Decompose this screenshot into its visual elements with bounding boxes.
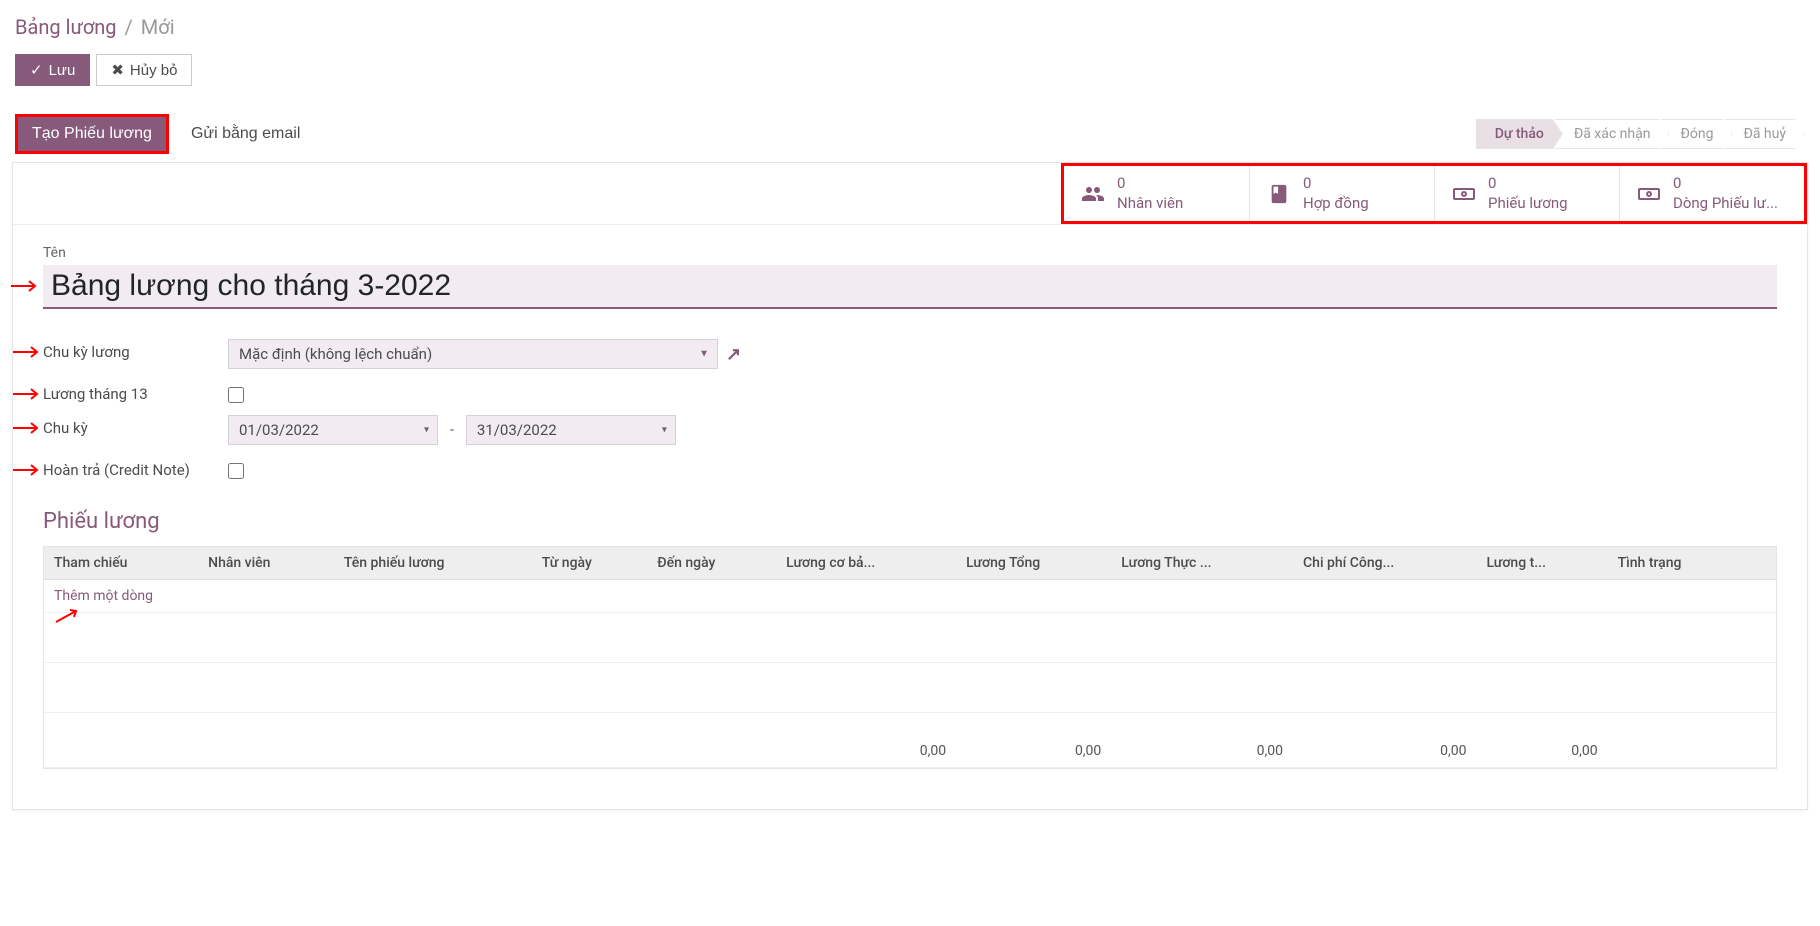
- discard-button[interactable]: ✖ Hủy bỏ: [96, 54, 192, 86]
- create-payslip-button[interactable]: Tạo Phiếu lương: [18, 117, 166, 151]
- col-employee[interactable]: Nhân viên: [198, 547, 334, 580]
- col-salary-t[interactable]: Lương t...: [1476, 547, 1607, 580]
- save-label: Lưu: [49, 62, 76, 79]
- status-step-confirmed[interactable]: Đã xác nhận: [1555, 119, 1670, 149]
- stat-buttons-container: 0 Nhân viên 0 Hợp đồng 0 Phi: [13, 163, 1807, 225]
- close-icon: ✖: [111, 61, 124, 79]
- payslip-table: Tham chiếu Nhân viên Tên phiếu lương Từ …: [44, 547, 1776, 768]
- users-icon: [1079, 181, 1107, 206]
- annotation-arrow-icon: [9, 279, 39, 293]
- col-status[interactable]: Tình trạng: [1608, 547, 1746, 580]
- stat-payslip-lines-value: 0: [1673, 174, 1778, 194]
- spacer-row: [44, 613, 1776, 663]
- form-sheet: 0 Nhân viên 0 Hợp đồng 0 Phi: [12, 162, 1808, 810]
- salary-cycle-value: Mặc định (không lệch chuẩn): [239, 345, 432, 363]
- col-company-cost[interactable]: Chi phí Công...: [1293, 547, 1476, 580]
- payslip-section-title: Phiếu lương: [43, 509, 1777, 534]
- stat-payslips[interactable]: 0 Phiếu lương: [1434, 166, 1619, 221]
- total-gross: 0,00: [956, 713, 1111, 768]
- title-input[interactable]: [43, 265, 1777, 309]
- total-net: 0,00: [1111, 713, 1293, 768]
- discard-label: Hủy bỏ: [130, 62, 178, 79]
- book-icon: [1265, 181, 1293, 206]
- save-button[interactable]: ✓ Lưu: [15, 54, 90, 86]
- annotation-arrow-icon: [52, 608, 82, 624]
- salary-cycle-label: Chu kỳ lương: [43, 339, 228, 361]
- col-gross-salary[interactable]: Lương Tổng: [956, 547, 1111, 580]
- breadcrumb-separator: /: [125, 15, 133, 39]
- table-header-row: Tham chiếu Nhân viên Tên phiếu lương Từ …: [44, 547, 1776, 580]
- stat-contracts-label: Hợp đồng: [1303, 194, 1369, 214]
- date-to-value: 31/03/2022: [477, 421, 557, 439]
- col-net-salary[interactable]: Lương Thực ...: [1111, 547, 1293, 580]
- col-from-date[interactable]: Từ ngày: [532, 547, 648, 580]
- status-step-cancelled[interactable]: Đã huỷ: [1724, 119, 1805, 149]
- breadcrumb-current: Mới: [141, 15, 175, 39]
- chevron-down-icon: ▾: [662, 425, 667, 436]
- col-payslip-name[interactable]: Tên phiếu lương: [334, 547, 532, 580]
- add-line-row: Thêm một dòng: [44, 580, 1776, 613]
- toolbar: ✓ Lưu ✖ Hủy bỏ: [15, 54, 1805, 86]
- title-field-label: Tên: [43, 245, 1777, 261]
- send-email-button[interactable]: Gửi bằng email: [177, 117, 314, 151]
- total-basic: 0,00: [776, 713, 956, 768]
- salary-cycle-select[interactable]: Mặc định (không lệch chuẩn) ▼: [228, 339, 718, 369]
- credit-note-label: Hoàn trả (Credit Note): [43, 457, 228, 479]
- stat-employees-label: Nhân viên: [1117, 194, 1183, 214]
- col-actions: [1746, 547, 1776, 580]
- total-salary-t: 0,00: [1476, 713, 1607, 768]
- breadcrumb-parent[interactable]: Bảng lương: [15, 15, 117, 39]
- check-icon: ✓: [30, 61, 43, 79]
- stat-payslips-value: 0: [1488, 174, 1568, 194]
- annotation-arrow-icon: [11, 421, 41, 435]
- stat-buttons-highlight: 0 Nhân viên 0 Hợp đồng 0 Phi: [1061, 163, 1807, 224]
- annotation-arrow-icon: [11, 463, 41, 477]
- stat-payslips-label: Phiếu lương: [1488, 194, 1568, 214]
- col-basic-salary[interactable]: Lương cơ bả...: [776, 547, 956, 580]
- total-cost: 0,00: [1293, 713, 1476, 768]
- date-to-input[interactable]: 31/03/2022 ▾: [466, 415, 676, 445]
- month13-checkbox[interactable]: [228, 387, 244, 403]
- chevron-down-icon: ▾: [424, 425, 429, 436]
- stat-employees-value: 0: [1117, 174, 1183, 194]
- status-step-draft[interactable]: Dự thảo: [1476, 119, 1563, 149]
- totals-row: 0,00 0,00 0,00 0,00 0,00: [44, 713, 1776, 768]
- money-icon: [1450, 181, 1478, 206]
- status-bar: Dự thảo Đã xác nhận Đóng Đã huỷ: [1476, 119, 1805, 149]
- action-bar: Tạo Phiếu lương Gửi bằng email Dự thảo Đ…: [0, 106, 1820, 162]
- month13-label: Lương tháng 13: [43, 381, 228, 403]
- add-line-link[interactable]: Thêm một dòng: [54, 588, 153, 604]
- date-from-input[interactable]: 01/03/2022 ▾: [228, 415, 438, 445]
- col-to-date[interactable]: Đến ngày: [647, 547, 776, 580]
- money-icon: [1635, 181, 1663, 206]
- stat-payslip-lines-label: Dòng Phiếu lư...: [1673, 194, 1778, 214]
- stat-payslip-lines[interactable]: 0 Dòng Phiếu lư...: [1619, 166, 1804, 221]
- annotation-arrow-icon: [11, 387, 41, 401]
- status-step-closed[interactable]: Đóng: [1661, 119, 1732, 149]
- col-reference[interactable]: Tham chiếu: [44, 547, 198, 580]
- stat-contracts[interactable]: 0 Hợp đồng: [1249, 166, 1434, 221]
- external-link-icon[interactable]: ↗: [726, 344, 741, 365]
- period-label: Chu kỳ: [43, 415, 228, 437]
- date-separator: -: [450, 422, 454, 438]
- stat-employees[interactable]: 0 Nhân viên: [1064, 166, 1249, 221]
- credit-note-checkbox[interactable]: [228, 463, 244, 479]
- date-from-value: 01/03/2022: [239, 421, 319, 439]
- stat-contracts-value: 0: [1303, 174, 1369, 194]
- chevron-down-icon: ▼: [699, 349, 709, 360]
- annotation-arrow-icon: [11, 345, 41, 359]
- highlight-box: Tạo Phiếu lương: [15, 114, 169, 154]
- spacer-row: [44, 663, 1776, 713]
- breadcrumb: Bảng lương / Mới: [15, 15, 1805, 39]
